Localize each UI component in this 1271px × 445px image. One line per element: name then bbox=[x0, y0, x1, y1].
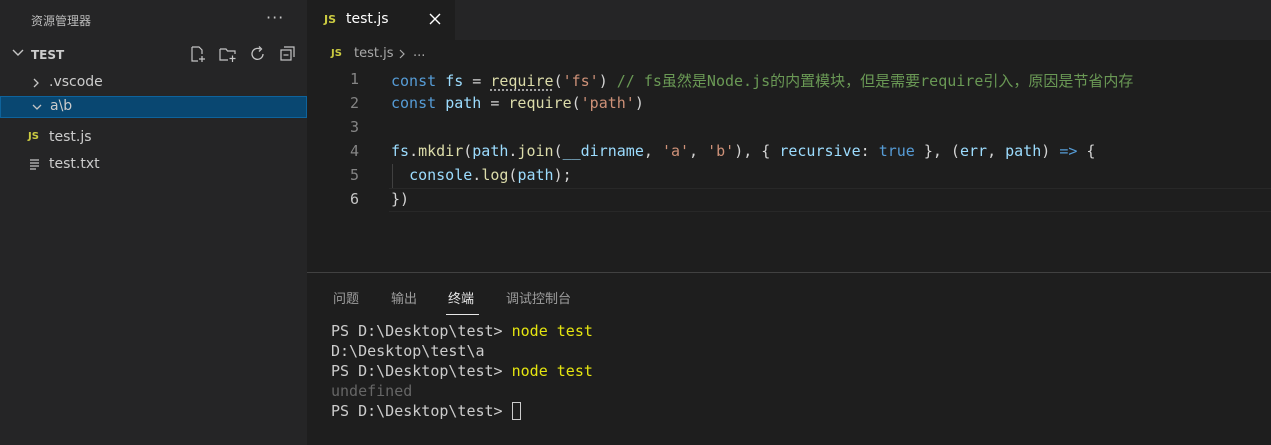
code-text: console.log(path); bbox=[409, 166, 572, 184]
javascript-file-icon: JS bbox=[28, 131, 39, 142]
refresh-icon[interactable] bbox=[249, 45, 267, 63]
code-line[interactable]: 4 fs.mkdir(path.join(__dirname, 'a', 'b')… bbox=[307, 140, 1271, 164]
active-tab-indicator bbox=[446, 314, 479, 315]
bottom-panel: 问题 输出 终端 调试控制台 PS D:\Desktop\test> node … bbox=[307, 272, 1271, 445]
collapse-all-icon[interactable] bbox=[279, 45, 297, 63]
explorer-sidebar: 资源管理器 ··· TEST .vscode a\b JS test.js te… bbox=[0, 0, 307, 445]
code-line[interactable]: 6}) bbox=[307, 188, 1271, 212]
line-number: 1 bbox=[349, 70, 359, 88]
code-line[interactable]: 1 const fs = require('fs') // fs虽然是Node.j… bbox=[307, 68, 1271, 92]
line-number: 3 bbox=[349, 118, 359, 136]
terminal-line: undefined bbox=[331, 382, 413, 400]
editor-tab-bar: JS test.js bbox=[307, 0, 1271, 40]
terminal-line: PS D:\Desktop\test> node test bbox=[331, 362, 593, 380]
tree-item-test-js[interactable]: JS test.js bbox=[0, 127, 307, 149]
explorer-header: 资源管理器 ··· bbox=[0, 0, 307, 40]
terminal-line: D:\Desktop\test\a bbox=[331, 342, 485, 360]
code-line[interactable]: 3 bbox=[307, 116, 1271, 140]
terminal[interactable]: PS D:\Desktop\test> node test D:\Desktop… bbox=[331, 321, 593, 421]
line-number: 4 bbox=[349, 142, 359, 160]
line-number: 6 bbox=[349, 190, 359, 208]
tree-item-vscode[interactable]: .vscode bbox=[0, 72, 307, 94]
code-text: const fs = require('fs') // fs虽然是Node.js… bbox=[391, 72, 1134, 90]
code-editor[interactable]: 1 const fs = require('fs') // fs虽然是Node.j… bbox=[307, 68, 1271, 272]
javascript-file-icon: JS bbox=[331, 48, 342, 59]
new-folder-icon[interactable] bbox=[219, 45, 237, 63]
code-line[interactable]: 5 console.log(path); bbox=[307, 164, 1271, 188]
breadcrumb-file[interactable]: test.js bbox=[354, 46, 393, 61]
tree-item-label: a\b bbox=[50, 98, 73, 114]
code-line[interactable]: 2 const path = require('path') bbox=[307, 92, 1271, 116]
text-file-icon bbox=[30, 159, 39, 170]
breadcrumb-more[interactable]: ... bbox=[413, 45, 425, 60]
tab-terminal[interactable]: 终端 bbox=[448, 288, 474, 307]
new-file-icon[interactable] bbox=[189, 45, 207, 63]
close-icon[interactable] bbox=[427, 11, 443, 27]
tab-test-js[interactable]: JS test.js bbox=[307, 0, 455, 40]
terminal-line: PS D:\Desktop\test> bbox=[331, 401, 593, 421]
tree-item-test-txt[interactable]: test.txt bbox=[0, 154, 307, 176]
javascript-file-icon: JS bbox=[324, 13, 337, 26]
chevron-down-icon bbox=[32, 104, 42, 110]
tree-item-label: test.js bbox=[49, 129, 92, 145]
chevron-right-icon bbox=[33, 78, 39, 88]
tab-title: test.js bbox=[346, 11, 389, 27]
line-number: 5 bbox=[349, 166, 359, 184]
tab-problems[interactable]: 问题 bbox=[333, 288, 359, 307]
terminal-cursor bbox=[511, 402, 521, 420]
explorer-title: 资源管理器 bbox=[31, 13, 92, 28]
code-text: }) bbox=[391, 190, 410, 208]
terminal-line: PS D:\Desktop\test> node test bbox=[331, 322, 593, 340]
code-text: const path = require('path') bbox=[391, 94, 644, 112]
tab-output[interactable]: 输出 bbox=[391, 288, 417, 307]
breadcrumb: JS test.js ... bbox=[307, 40, 1271, 68]
code-text: fs.mkdir(path.join(__dirname, 'a', 'b'),… bbox=[391, 142, 1096, 160]
chevron-right-icon bbox=[399, 49, 405, 59]
more-actions-icon[interactable]: ··· bbox=[266, 8, 284, 27]
line-number: 2 bbox=[349, 94, 359, 112]
tree-item-label: .vscode bbox=[49, 74, 103, 90]
tree-item-a-b[interactable]: a\b bbox=[0, 96, 307, 118]
tab-debug-console[interactable]: 调试控制台 bbox=[506, 288, 571, 307]
chevron-down-icon bbox=[12, 49, 24, 56]
tree-item-label: test.txt bbox=[49, 156, 100, 172]
current-line-highlight bbox=[389, 188, 1271, 212]
folder-name: TEST bbox=[31, 48, 65, 62]
